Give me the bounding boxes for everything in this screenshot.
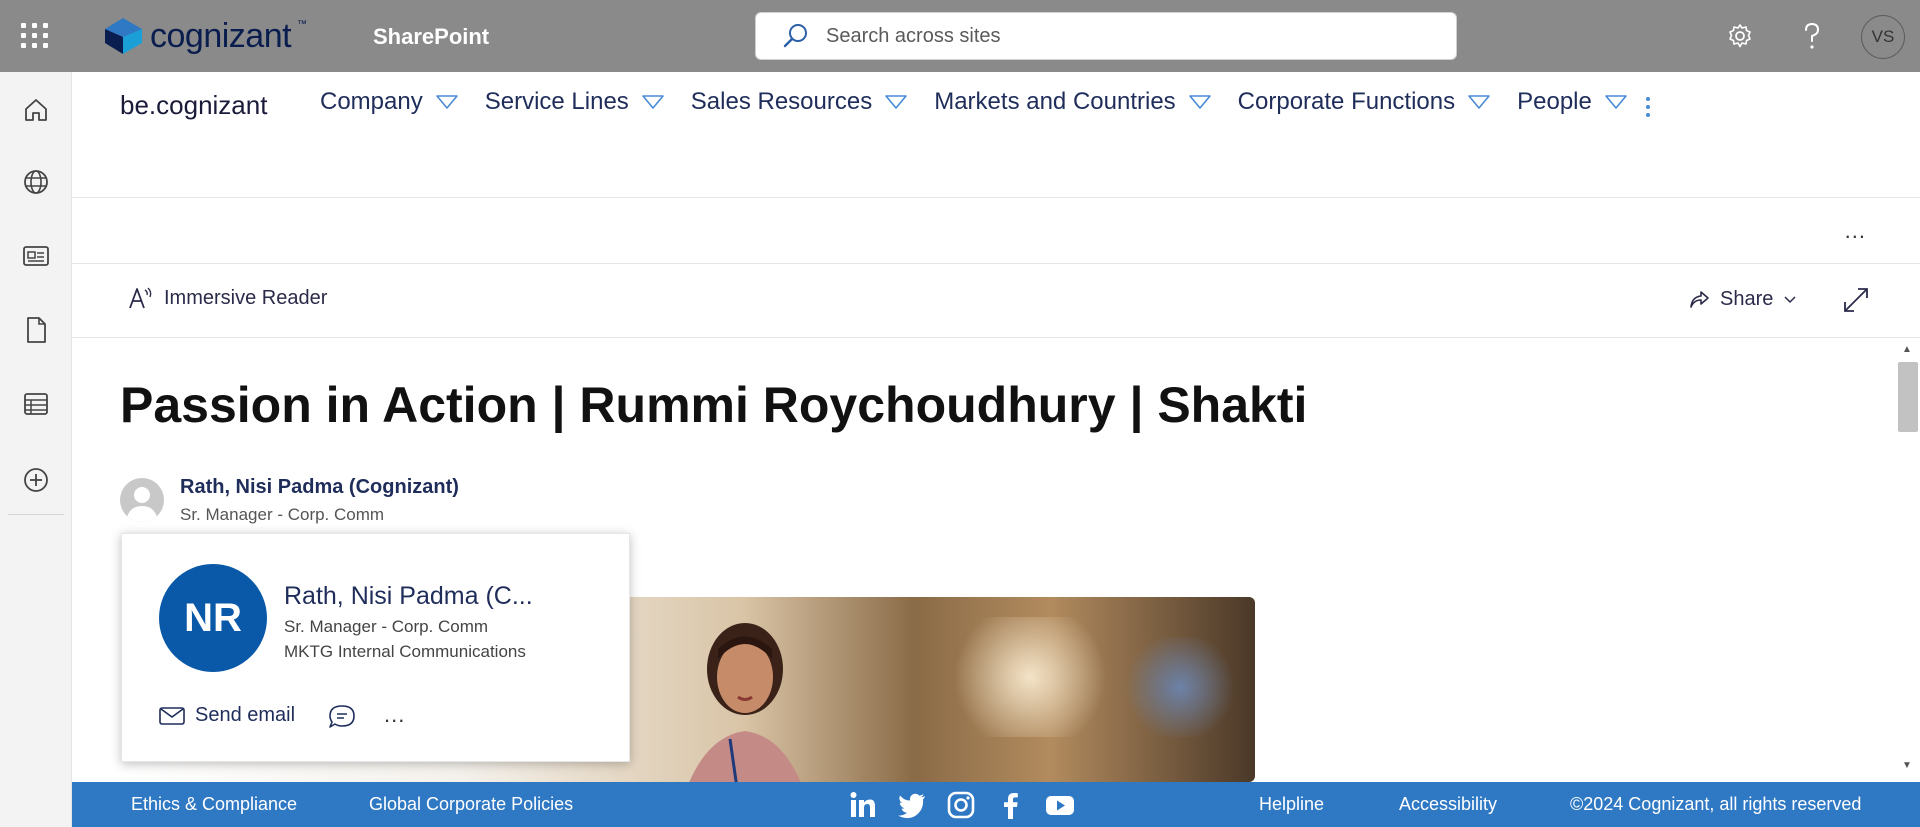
immersive-reader-label: Immersive Reader <box>164 286 328 309</box>
page-toolbar: Immersive Reader Share <box>72 264 1920 338</box>
person-placeholder-icon <box>126 487 158 522</box>
nav-item-people[interactable]: People <box>1517 88 1628 116</box>
search-input[interactable] <box>826 24 1386 48</box>
facebook-icon[interactable] <box>996 790 1026 820</box>
search-icon <box>783 24 807 48</box>
nav-item-label: Company <box>320 88 423 115</box>
nav-item-sales-resources[interactable]: Sales Resources <box>691 88 908 116</box>
profile-department: MKTG Internal Communications <box>284 642 526 661</box>
nav-item-markets-countries[interactable]: Markets and Countries <box>934 88 1211 116</box>
create-add-icon[interactable] <box>18 462 54 498</box>
hero-bokeh-light <box>940 617 1120 737</box>
share-label: Share <box>1720 288 1774 310</box>
hub-navigation: Company Service Lines Sales Resources Ma… <box>320 88 1654 116</box>
app-name[interactable]: SharePoint <box>373 24 489 50</box>
scroll-up-arrow-icon[interactable]: ▲ <box>1902 344 1912 355</box>
footer-link-accessibility[interactable]: Accessibility <box>1399 794 1497 815</box>
profile-name[interactable]: Rath, Nisi Padma (C... <box>284 582 533 611</box>
app-launcher-icon[interactable] <box>20 20 50 50</box>
lists-icon[interactable] <box>18 386 54 422</box>
page-title: Passion in Action | Rummi Roychoudhury |… <box>120 377 1308 433</box>
site-footer: Ethics & Compliance Global Corporate Pol… <box>72 782 1920 827</box>
logo-text: cognizant <box>150 16 292 55</box>
logo-trademark: ™ <box>297 19 308 30</box>
footer-link-policies[interactable]: Global Corporate Policies <box>369 794 573 815</box>
user-avatar[interactable]: VS <box>1861 15 1905 59</box>
scrollbar-thumb[interactable] <box>1898 362 1918 432</box>
rail-divider <box>8 514 64 515</box>
expand-fullscreen-icon[interactable] <box>1842 286 1870 314</box>
nav-item-label: Corporate Functions <box>1237 88 1456 115</box>
hero-bokeh-window <box>1120 637 1240 737</box>
youtube-icon[interactable] <box>1045 790 1075 820</box>
chevron-down-icon <box>435 95 458 109</box>
cognizant-logo-mark-icon <box>105 18 142 54</box>
chevron-down-icon <box>1468 95 1490 109</box>
footer-link-ethics[interactable]: Ethics & Compliance <box>131 794 297 815</box>
nav-item-label: Markets and Countries <box>934 88 1176 115</box>
nav-item-label: Service Lines <box>484 88 629 115</box>
chat-icon[interactable] <box>328 704 356 730</box>
hero-person-illustration <box>689 623 801 782</box>
suite-bar: cognizant ™ SharePoint VS <box>0 0 1920 72</box>
nav-item-company[interactable]: Company <box>320 88 459 116</box>
vertical-scrollbar[interactable]: ▲ ▼ <box>1894 338 1920 782</box>
chevron-down-icon <box>1188 95 1211 109</box>
home-icon[interactable] <box>18 92 54 128</box>
mail-icon <box>159 706 185 725</box>
profile-role: Sr. Manager - Corp. Comm <box>284 617 489 636</box>
search-box[interactable] <box>755 12 1457 60</box>
profile-more-options-icon[interactable]: ... <box>384 702 405 728</box>
nav-item-label: Sales Resources <box>690 88 873 115</box>
site-header: be.cognizant Company Service Lines Sales… <box>72 72 1920 198</box>
linkedin-icon[interactable] <box>848 790 878 820</box>
nav-item-service-lines[interactable]: Service Lines <box>485 88 665 116</box>
author-avatar[interactable] <box>120 478 164 522</box>
author-name-link[interactable]: Rath, Nisi Padma (Cognizant) <box>180 476 459 499</box>
immersive-reader-button[interactable]: Immersive Reader <box>128 286 327 310</box>
nav-more-vertical-icon[interactable] <box>1638 92 1658 122</box>
instagram-icon[interactable] <box>946 790 976 820</box>
page-more-options-icon[interactable]: ... <box>1845 218 1866 244</box>
command-bar: ... <box>72 198 1920 264</box>
cognizant-logo[interactable]: cognizant ™ <box>102 15 307 57</box>
twitter-icon[interactable] <box>897 790 927 820</box>
files-icon[interactable] <box>18 312 54 348</box>
chevron-down-icon <box>641 95 664 109</box>
nav-item-label: People <box>1517 88 1592 115</box>
profile-avatar[interactable]: NR <box>159 564 267 672</box>
footer-copyright: ©2024 Cognizant, all rights reserved <box>1570 794 1862 814</box>
share-icon <box>1690 290 1709 308</box>
help-icon[interactable] <box>1794 18 1830 54</box>
share-button[interactable]: Share <box>1688 288 1797 311</box>
chevron-down-icon <box>885 95 908 109</box>
scroll-down-arrow-icon[interactable]: ▼ <box>1902 760 1912 771</box>
site-title[interactable]: be.cognizant <box>120 90 267 121</box>
author-role: Sr. Manager - Corp. Comm <box>180 505 385 524</box>
settings-gear-icon[interactable] <box>1722 18 1758 54</box>
send-email-label: Send email <box>195 704 296 726</box>
footer-link-helpline[interactable]: Helpline <box>1259 794 1324 815</box>
chevron-down-icon <box>1605 95 1627 109</box>
news-icon[interactable] <box>18 238 54 274</box>
immersive-reader-icon <box>129 287 152 309</box>
chevron-down-icon <box>1784 295 1796 303</box>
nav-item-corporate-functions[interactable]: Corporate Functions <box>1238 88 1491 116</box>
profile-hover-card: NR Rath, Nisi Padma (C... Sr. Manager - … <box>121 533 630 762</box>
left-app-rail <box>0 72 72 827</box>
send-email-button[interactable]: Send email <box>159 704 295 727</box>
globe-sites-icon[interactable] <box>18 164 54 200</box>
